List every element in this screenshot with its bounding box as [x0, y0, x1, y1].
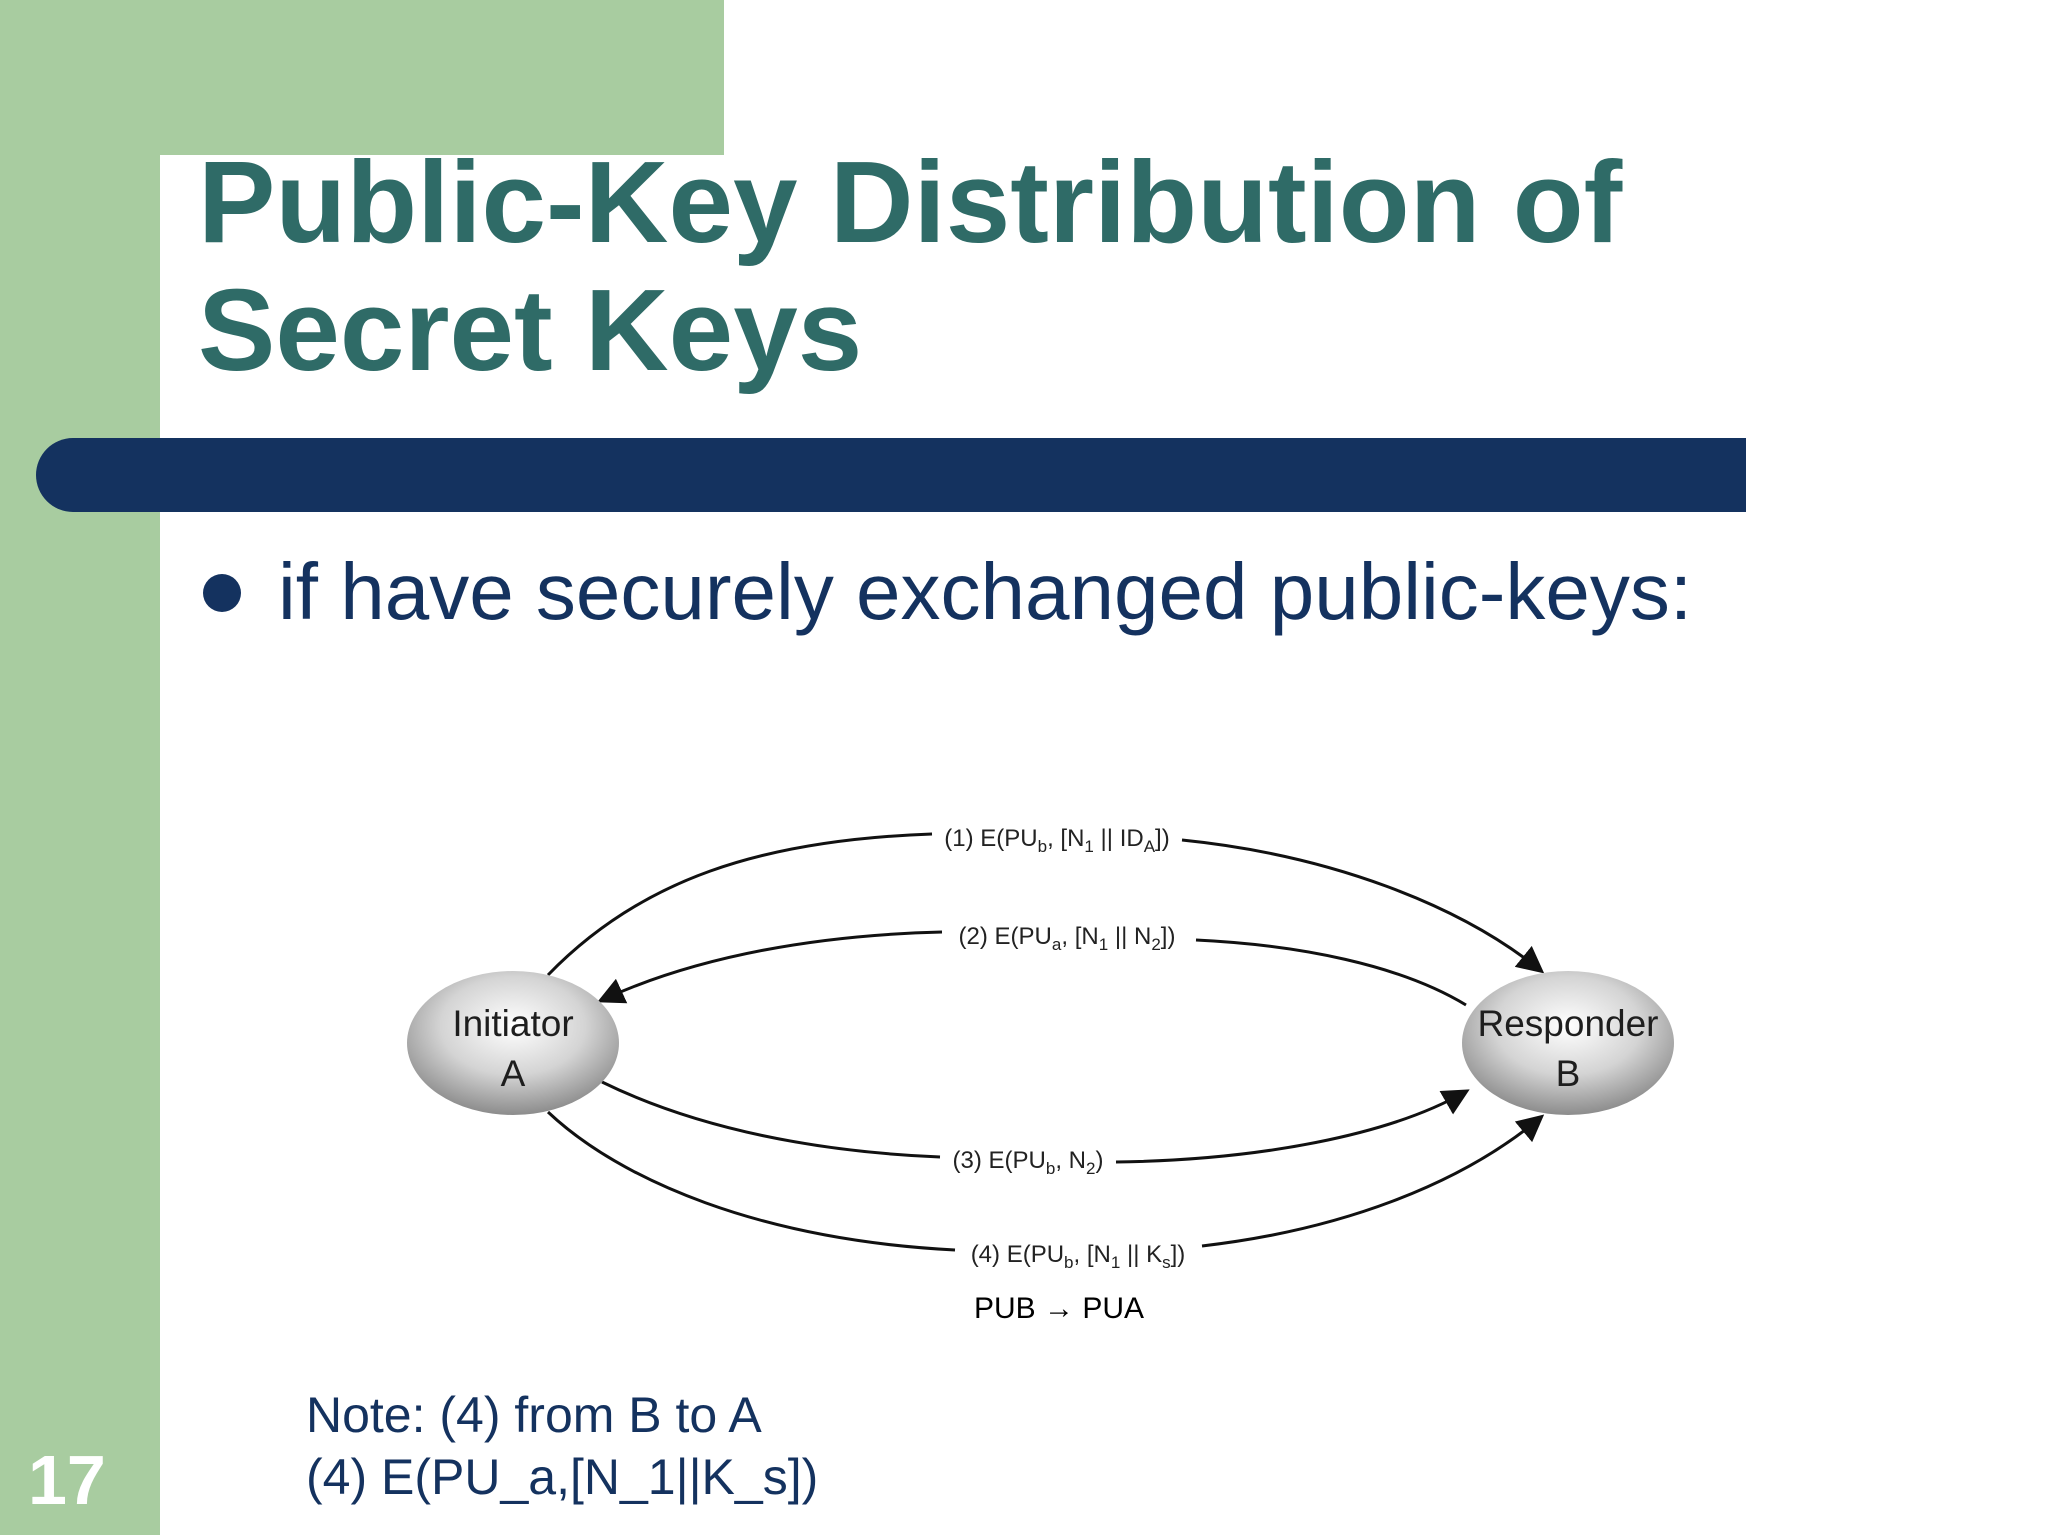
- arrow-msg-4-right: [1201, 1114, 1545, 1248]
- key-exchange-diagram: (1) E(PUb, [N1 || IDA]) (2) E(PUa, [N1 |…: [407, 825, 1674, 1325]
- responder-label-line1: Responder: [1477, 1003, 1658, 1044]
- message-label-1: (1) E(PUb, [N1 || IDA]): [944, 825, 1169, 856]
- arrow-msg-3-right: [1115, 1089, 1470, 1164]
- message-label-4: (4) E(PUb, [N1 || Ks]): [971, 1241, 1186, 1272]
- message-label-2: (2) E(PUa, [N1 || N2]): [959, 923, 1176, 954]
- arrow-msg-2-right: [1195, 938, 1467, 1007]
- note-block: Note: (4) from B to A (4) E(PU_a,[N_1||K…: [306, 1384, 818, 1508]
- responder-label-line2: B: [1556, 1053, 1581, 1094]
- arrow-msg-1-right: [1181, 838, 1545, 974]
- message-label-3: (3) E(PUb, N2): [953, 1147, 1104, 1178]
- slide-number: 17: [28, 1441, 106, 1519]
- initiator-label-line2: A: [501, 1053, 526, 1094]
- note-line1: Note: (4) from B to A: [306, 1387, 762, 1443]
- pub-pua-annotation: PUB → PUA: [974, 1292, 1144, 1325]
- arrow-msg-2-left: [597, 930, 943, 1004]
- note-line2: (4) E(PU_a,[N_1||K_s]): [306, 1449, 819, 1505]
- initiator-label-line1: Initiator: [452, 1003, 573, 1044]
- arrow-msg-3-left: [601, 1080, 941, 1159]
